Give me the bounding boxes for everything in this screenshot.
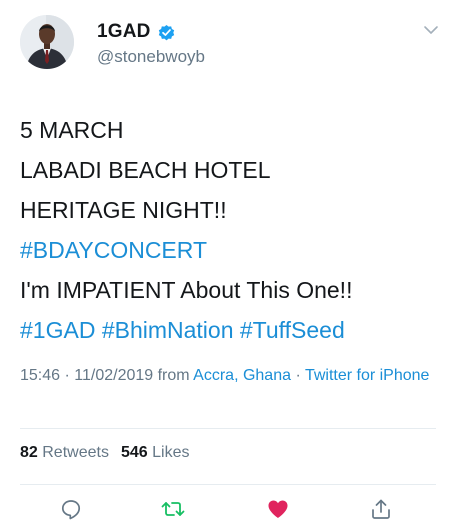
reply-icon (61, 500, 81, 520)
heart-icon (268, 500, 288, 518)
tweet-card: 1GAD @stonebwoyb 5 MARCH LABADI BEACH HO… (0, 0, 456, 532)
likes-count[interactable]: 546 (121, 444, 148, 461)
share-icon (372, 499, 390, 519)
retweets-label[interactable]: Retweets (42, 444, 109, 461)
hashtag-link[interactable]: #BDAYCONCERT (20, 230, 440, 270)
verified-badge-icon (158, 24, 174, 40)
from-text: from (153, 367, 194, 384)
retweet-icon (161, 502, 185, 516)
tweet-text: 5 MARCH LABADI BEACH HOTEL HERITAGE NIGH… (20, 110, 440, 350)
chevron-down-icon[interactable] (423, 24, 439, 36)
share-button[interactable] (366, 494, 396, 524)
location-link[interactable]: Accra, Ghana (193, 367, 291, 384)
tweet-line: HERITAGE NIGHT!! (20, 197, 227, 223)
divider (20, 484, 436, 485)
hashtag-link[interactable]: #1GAD #BhimNation #TuffSeed (20, 310, 440, 350)
tweet-meta: 15:46 · 11/02/2019 from Accra, Ghana · T… (20, 364, 440, 388)
tweet-line: I'm IMPATIENT About This One!! (20, 277, 353, 303)
tweet-line: 5 MARCH (20, 117, 124, 143)
display-name[interactable]: 1GAD (97, 21, 151, 43)
handle[interactable]: @stonebwoyb (97, 47, 205, 67)
reply-button[interactable] (56, 494, 86, 524)
tweet-line: LABADI BEACH HOTEL (20, 157, 271, 183)
likes-label[interactable]: Likes (152, 444, 189, 461)
like-button[interactable] (263, 494, 293, 524)
retweets-count[interactable]: 82 (20, 444, 38, 461)
source-link[interactable]: Twitter for iPhone (305, 367, 430, 384)
divider (20, 428, 436, 429)
retweet-button[interactable] (158, 494, 188, 524)
engagement-stats: 82 Retweets 546 Likes (20, 444, 189, 462)
avatar-image (20, 15, 74, 69)
tweet-date[interactable]: 11/02/2019 (74, 367, 153, 384)
meta-separator: · (60, 367, 75, 384)
avatar[interactable] (20, 15, 74, 69)
tweet-time[interactable]: 15:46 (20, 367, 60, 384)
action-bar (0, 494, 456, 524)
meta-separator: · (291, 367, 305, 384)
author-row: 1GAD (97, 20, 176, 44)
